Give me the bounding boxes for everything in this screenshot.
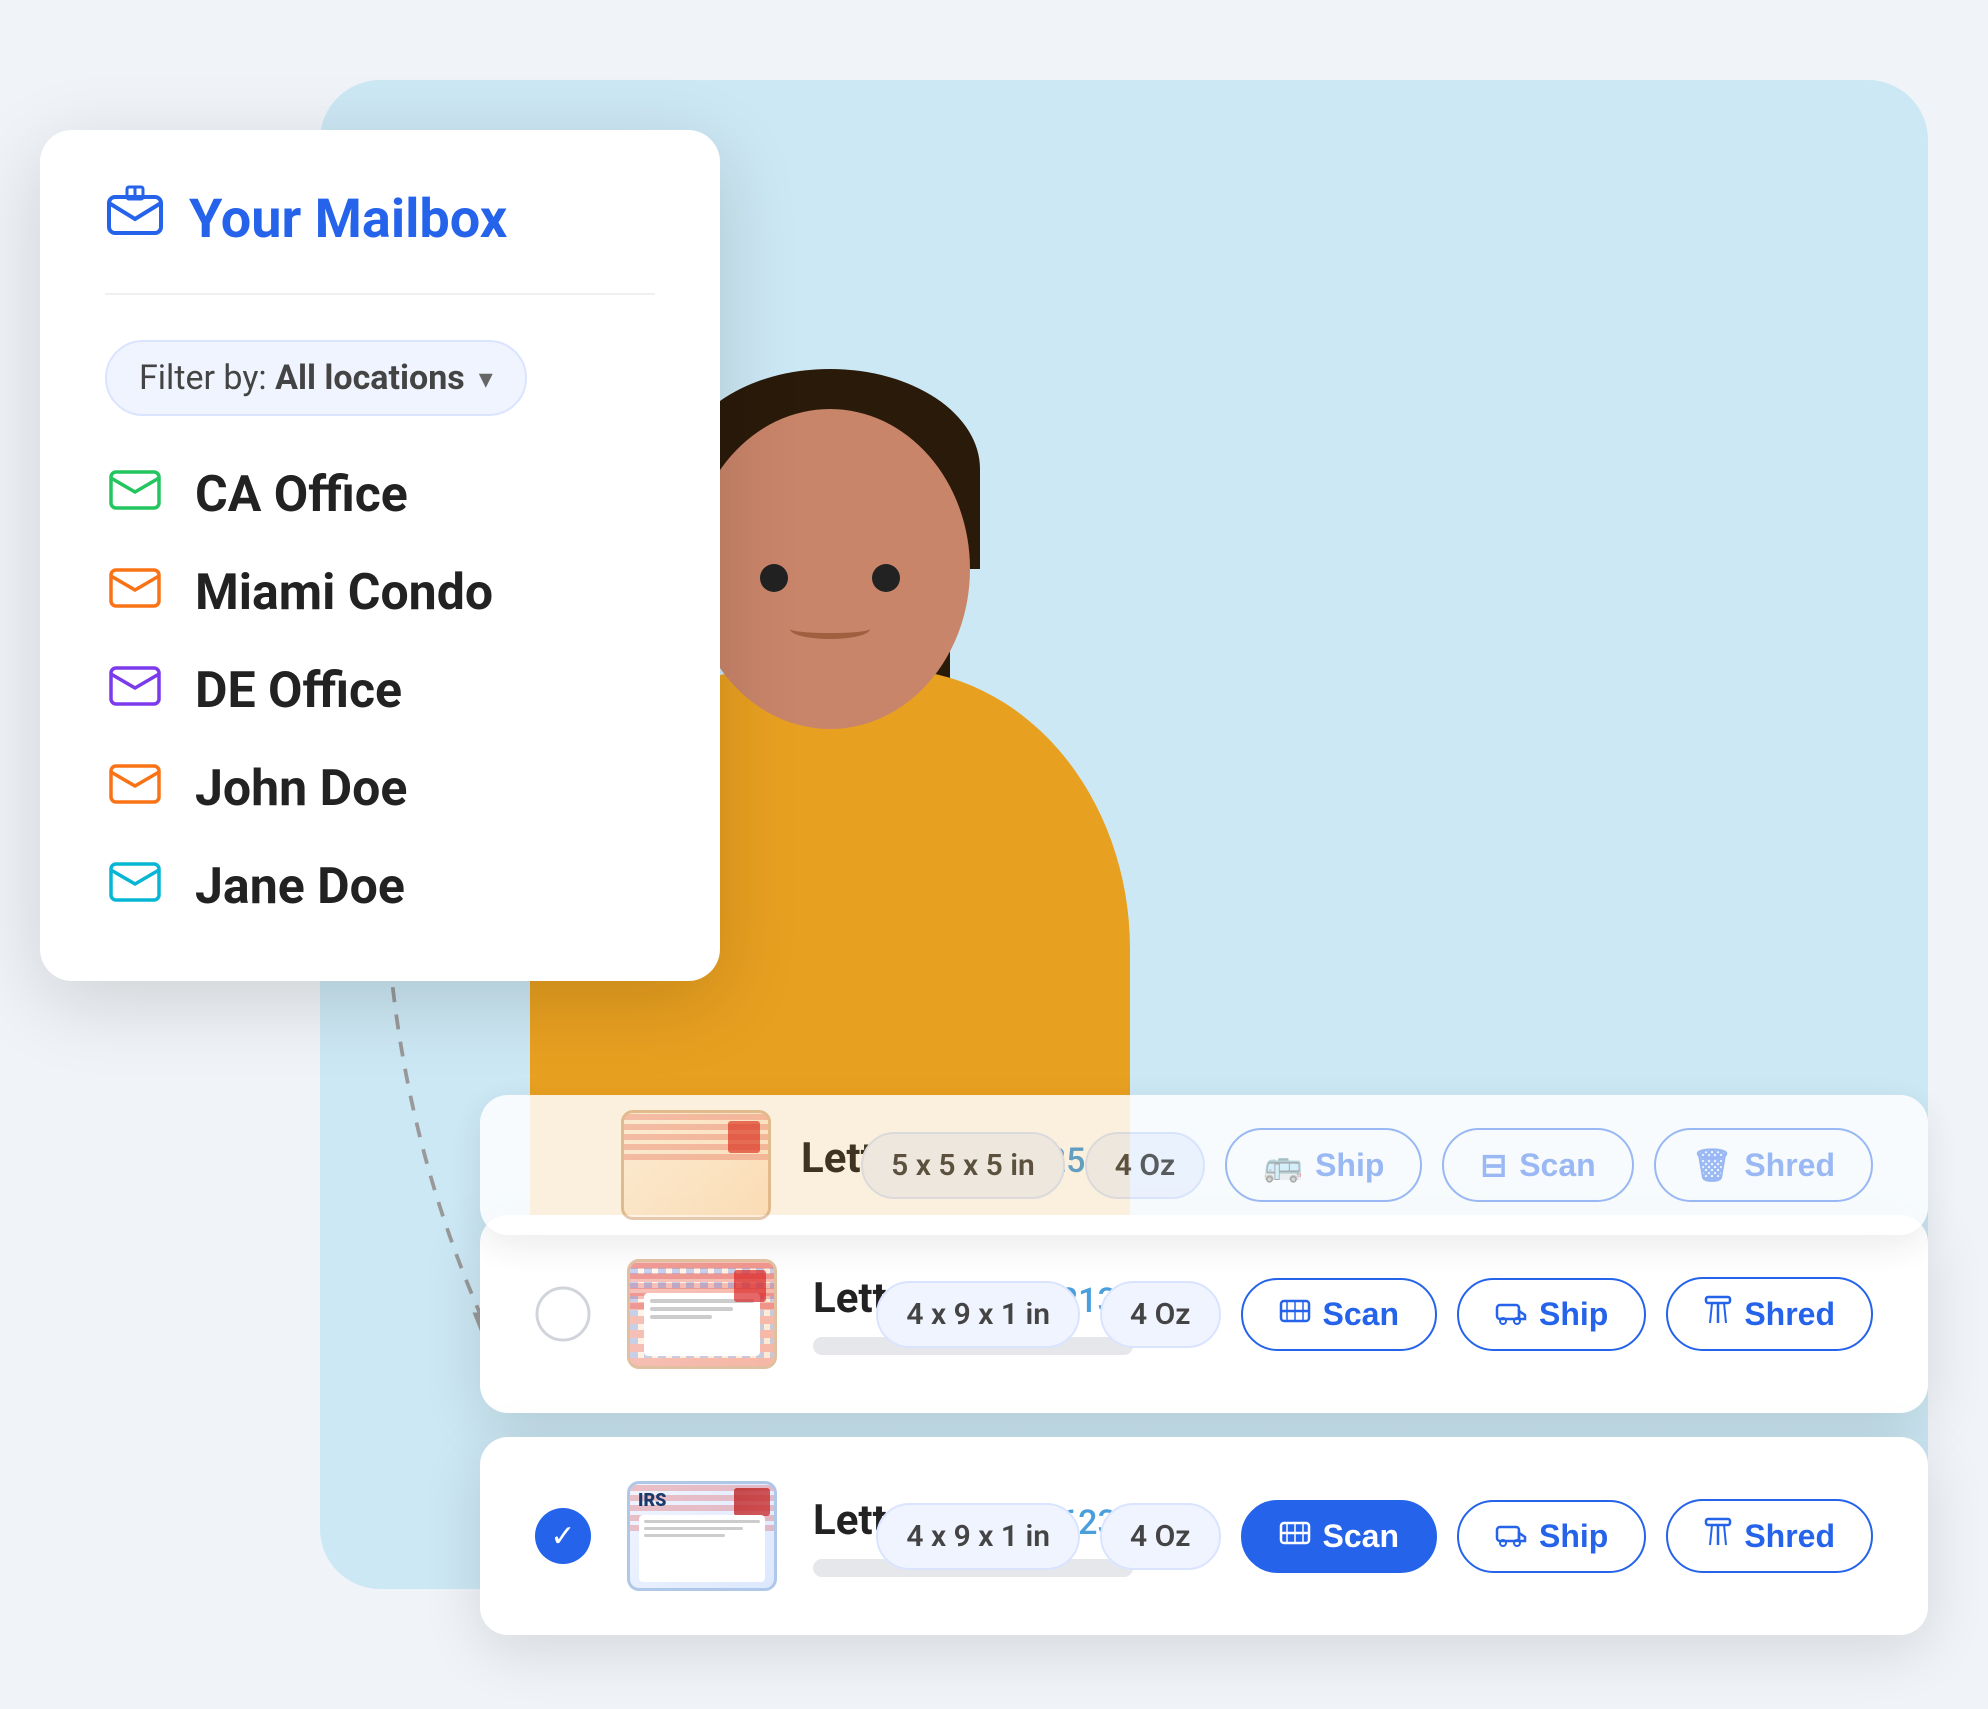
mailbox-card: Your Mailbox Filter by: All locations ▾ … <box>40 130 720 981</box>
scan-button-bg[interactable]: ⊟ Scan <box>1442 1128 1633 1202</box>
location-item-jane-doe[interactable]: Jane Doe <box>105 858 655 916</box>
envelope-icon-cyan <box>105 860 165 914</box>
envelope-image-2: IRS <box>627 1481 777 1591</box>
size-badge-2: 4 x 9 x 1 in <box>876 1503 1080 1570</box>
ship-icon-2 <box>1495 1518 1527 1555</box>
shred-button-2[interactable]: Shred <box>1666 1499 1873 1573</box>
weight-badge-bg: 4 Oz <box>1085 1132 1205 1199</box>
scan-icon-2 <box>1279 1518 1311 1555</box>
mail-info-1: Letter 100006213 <box>813 1274 840 1355</box>
ship-icon-1 <box>1495 1296 1527 1333</box>
location-name-miami: Miami Condo <box>195 564 493 622</box>
scan-button-1[interactable]: Scan <box>1241 1278 1437 1351</box>
mail-actions-bg: 5 x 5 x 5 in 4 Oz 🚌 Ship ⊟ Scan 🗑 Shred <box>861 1128 1873 1202</box>
location-item-de-office[interactable]: DE Office <box>105 662 655 720</box>
envelope-icon-orange-miami <box>105 566 165 620</box>
size-badge-1: 4 x 9 x 1 in <box>876 1281 1080 1348</box>
checkbox-2[interactable]: ✓ <box>535 1508 591 1564</box>
size-badge-bg: 5 x 5 x 5 in <box>861 1132 1065 1199</box>
shred-icon-bg: 🗑 <box>1692 1146 1733 1184</box>
location-item-ca-office[interactable]: CA Office <box>105 466 655 524</box>
mailbox-title: Your Mailbox <box>189 188 507 251</box>
location-name-jane: Jane Doe <box>195 858 405 916</box>
ship-icon-bg: 🚌 <box>1263 1146 1303 1184</box>
ship-button-1[interactable]: Ship <box>1457 1278 1646 1351</box>
mail-info-bg: Letter 100004254 <box>801 1134 831 1197</box>
location-item-miami-condo[interactable]: Miami Condo <box>105 564 655 622</box>
envelope-icon-orange-john <box>105 762 165 816</box>
envelope-image-1 <box>627 1259 777 1369</box>
weight-badge-2: 4 Oz <box>1100 1503 1220 1570</box>
shred-button-1[interactable]: Shred <box>1666 1277 1873 1351</box>
envelope-icon-purple <box>105 664 165 718</box>
mail-info-2: Letter 1000046234 <box>813 1496 840 1577</box>
filter-label: Filter by: All locations <box>139 358 465 398</box>
ship-button-bg[interactable]: 🚌 Ship <box>1225 1128 1422 1202</box>
chevron-down-icon: ▾ <box>479 362 493 395</box>
mail-card-2: ✓ IRS Letter 1000046234 4 x 9 x 1 in <box>480 1437 1928 1635</box>
scene: Your Mailbox Filter by: All locations ▾ … <box>0 0 1988 1709</box>
scan-icon-bg: ⊟ <box>1480 1146 1507 1184</box>
filter-dropdown[interactable]: Filter by: All locations ▾ <box>105 340 527 416</box>
mail-card-background: Letter 100004254 5 x 5 x 5 in 4 Oz 🚌 Shi… <box>480 1095 1928 1235</box>
mailbox-header: Your Mailbox <box>105 185 655 295</box>
weight-badge-1: 4 Oz <box>1100 1281 1220 1348</box>
ship-button-2[interactable]: Ship <box>1457 1500 1646 1573</box>
checkbox-empty-bg <box>535 1137 591 1193</box>
location-list: CA Office Miami Condo DE <box>105 466 655 916</box>
shred-icon-2 <box>1704 1517 1732 1555</box>
scan-button-2[interactable]: Scan <box>1241 1500 1437 1573</box>
checkbox-1[interactable] <box>535 1286 591 1342</box>
location-item-john-doe[interactable]: John Doe <box>105 760 655 818</box>
envelope-icon-green <box>105 468 165 522</box>
location-name-john: John Doe <box>195 760 407 818</box>
mail-panel: Letter 100004254 5 x 5 x 5 in 4 Oz 🚌 Shi… <box>480 1095 1928 1659</box>
mail-actions-2: 4 x 9 x 1 in 4 Oz Scan <box>876 1499 1873 1573</box>
mail-card-1: Letter 100006213 4 x 9 x 1 in 4 Oz <box>480 1215 1928 1413</box>
location-name-de: DE Office <box>195 662 402 720</box>
mailbox-icon <box>105 185 165 253</box>
envelope-image-bg <box>621 1110 771 1220</box>
mail-actions-1: 4 x 9 x 1 in 4 Oz Scan <box>876 1277 1873 1351</box>
location-name-ca: CA Office <box>195 466 408 524</box>
scan-icon-1 <box>1279 1296 1311 1333</box>
shred-icon-1 <box>1704 1295 1732 1333</box>
shred-button-bg[interactable]: 🗑 Shred <box>1654 1128 1873 1202</box>
